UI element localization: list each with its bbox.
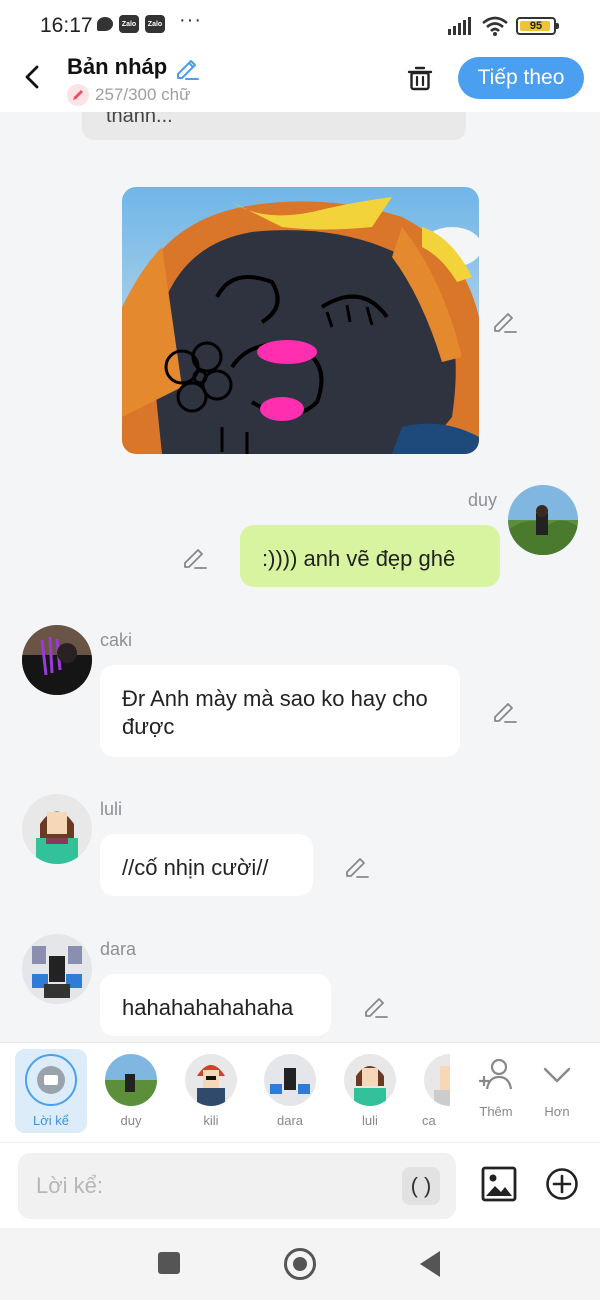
chevron-down-icon — [543, 1067, 571, 1083]
edit-message-icon[interactable] — [492, 698, 518, 724]
add-user-icon — [479, 1058, 513, 1090]
home-button[interactable] — [284, 1248, 316, 1280]
system-nav-bar — [0, 1228, 600, 1300]
narration-input[interactable] — [18, 1153, 456, 1219]
image-message[interactable] — [122, 187, 479, 454]
narrator-icon — [25, 1054, 77, 1106]
character-label: Lời kể — [33, 1113, 69, 1128]
zalo-icon: Zalo — [119, 15, 139, 33]
wifi-icon — [482, 16, 508, 36]
sender-name: luli — [100, 799, 123, 819]
sender-name: dara — [100, 939, 137, 959]
status-right-icons: 95 — [448, 16, 559, 36]
character-luli[interactable]: luli — [334, 1049, 406, 1133]
char-counter: 257/300 chữ — [67, 84, 191, 106]
input-area: ( ) — [0, 1142, 600, 1228]
status-bar: 16:17 Zalo Zalo ··· 95 — [0, 0, 600, 50]
parentheses-button[interactable]: ( ) — [402, 1167, 440, 1205]
character-narrator[interactable]: Lời kể — [15, 1049, 87, 1133]
avatar[interactable] — [22, 794, 92, 864]
avatar — [344, 1054, 396, 1106]
more-button[interactable]: Hơn — [527, 1057, 587, 1119]
add-character-label: Thêm — [479, 1104, 513, 1119]
character-duy[interactable]: duy — [95, 1049, 167, 1133]
character-label: kili — [203, 1113, 219, 1128]
message-bubble[interactable]: thành... — [82, 112, 466, 140]
nav-back-button[interactable] — [420, 1251, 440, 1277]
avatar[interactable] — [508, 485, 578, 555]
zalo-icon: Zalo — [145, 15, 165, 33]
character-label: ca — [422, 1113, 436, 1128]
avatar[interactable] — [22, 625, 92, 695]
character-dara[interactable]: dara — [254, 1049, 326, 1133]
signal-icon — [448, 17, 471, 35]
battery-percent: 95 — [529, 20, 543, 32]
avatar[interactable] — [22, 934, 92, 1004]
char-count-text: 257/300 chữ — [95, 85, 191, 104]
next-button[interactable]: Tiếp theo — [458, 57, 584, 99]
status-time: 16:17 — [40, 14, 93, 37]
character-label: duy — [120, 1113, 142, 1128]
character-caki[interactable]: ca — [414, 1049, 450, 1133]
edit-message-icon[interactable] — [182, 544, 208, 570]
add-character-button[interactable]: Thêm — [466, 1057, 526, 1119]
avatar — [105, 1054, 157, 1106]
message-text: //cố nhịn cười// — [122, 855, 269, 880]
status-app-icons: Zalo Zalo ··· — [97, 9, 202, 33]
more-notifications-icon: ··· — [179, 8, 202, 31]
header: Bản nháp 257/300 chữ Tiếp theo — [0, 50, 600, 112]
recent-apps-button[interactable] — [158, 1252, 180, 1274]
sender-name: duy — [468, 490, 498, 510]
chat-bubble-icon — [97, 17, 113, 31]
message-text: thành... — [106, 112, 173, 127]
edit-message-icon[interactable] — [344, 853, 370, 879]
chat-area[interactable]: thành... duy:)))) anh vẽ đẹp ghê caki Đ… — [0, 112, 600, 1042]
edit-title-icon[interactable] — [174, 54, 200, 80]
message-text: Đr Anh mày mà sao ko hay cho được — [122, 686, 428, 739]
trash-icon[interactable] — [405, 63, 435, 93]
character-selector: Lời kể duy kili dara luli ca Thêm Hơn — [0, 1042, 600, 1142]
avatar — [264, 1054, 316, 1106]
page-title: Bản nháp — [67, 54, 168, 79]
more-label: Hơn — [544, 1104, 570, 1119]
message-bubble[interactable]: Đr Anh mày mà sao ko hay cho được — [100, 665, 460, 757]
avatar — [424, 1054, 450, 1106]
avatar — [185, 1054, 237, 1106]
sender-name: caki — [100, 630, 133, 650]
message-text: hahahahahahaha — [122, 995, 294, 1020]
message-bubble[interactable]: hahahahahahaha — [100, 974, 331, 1036]
back-button[interactable] — [20, 64, 46, 90]
drawing-image — [122, 187, 479, 454]
edit-message-icon[interactable] — [363, 993, 389, 1019]
message-bubble[interactable]: //cố nhịn cười// — [100, 834, 313, 896]
character-kili[interactable]: kili — [175, 1049, 247, 1133]
image-icon[interactable] — [480, 1165, 518, 1203]
character-label: luli — [362, 1113, 378, 1128]
character-label: dara — [276, 1113, 304, 1128]
add-icon[interactable] — [545, 1167, 579, 1201]
battery-icon: 95 — [516, 17, 559, 35]
message-text: :)))) anh vẽ đẹp ghê — [262, 546, 456, 571]
edit-message-icon[interactable] — [492, 308, 518, 334]
pencil-icon — [67, 84, 89, 106]
message-bubble[interactable]: :)))) anh vẽ đẹp ghê — [240, 525, 500, 587]
